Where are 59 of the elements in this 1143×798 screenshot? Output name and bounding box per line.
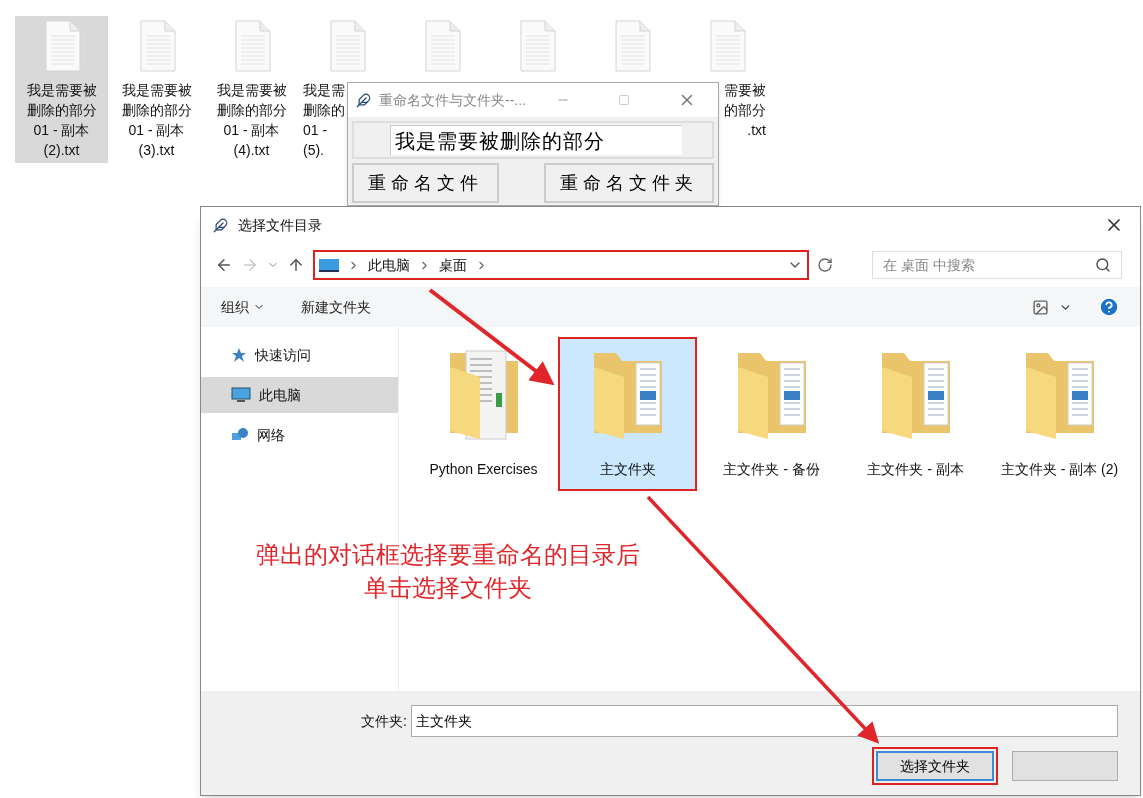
desktop-file[interactable]: 我是需要被 删除的部分 01 - 副本 (3).txt [110,16,203,163]
file-name: 我是需 [303,81,345,100]
file-name: 我是需要被 [26,81,97,100]
refresh-icon[interactable] [817,257,833,273]
file-name: 01 - 副本 [128,121,185,140]
file-name: 01 - 副本 [33,121,90,140]
file-name: (2).txt [43,141,80,160]
search-field[interactable]: 在 桌面 中搜索 [872,251,1122,279]
search-icon [1095,257,1111,273]
monitor-icon [319,258,339,272]
annotation-text: 弹出的对话框选择要重命名的目录后 [256,540,640,570]
folder-label: 文件夹: [361,711,407,731]
nav-item[interactable]: 此电脑 [201,377,398,413]
file-name: 01 - 副本 [223,121,280,140]
address-bar[interactable]: 此电脑 桌面 [313,250,809,280]
file-name: 需要被 [724,81,766,100]
select-folder-button[interactable]: 选择文件夹 [876,751,994,781]
folder-item[interactable]: 主文件夹 [560,339,695,489]
text-entry[interactable]: 我是需要被删除的部分 [390,125,682,155]
file-name: 的部分 [724,101,766,120]
window-title: 重命名文件与文件夹--... [379,90,526,110]
file-name: 删除的部分 [216,101,287,120]
folder-item[interactable]: Python Exercises [416,339,551,489]
help-icon[interactable] [1098,296,1120,318]
cancel-button[interactable] [1012,751,1118,781]
view-icon[interactable] [1032,298,1049,316]
file-name: 01 - [303,121,328,140]
file-name: 删除的 [303,101,345,120]
new-folder-button[interactable]: 新建文件夹 [301,296,371,318]
forward-arrow-icon[interactable] [241,256,259,274]
folder-item[interactable]: 主文件夹 - 备份 [704,339,839,489]
breadcrumb-item[interactable]: 桌面 [439,254,467,276]
rename-button[interactable]: 重命名文件夹 [544,163,714,203]
file-name: .txt [747,121,766,140]
nav-item[interactable]: 快速访问 [201,337,398,373]
annotation-text: 单击选择文件夹 [364,573,532,603]
desktop-file[interactable]: 我是需要被 删除的部分 01 - 副本 (4).txt [205,16,298,163]
network-icon [231,427,249,443]
star-icon [231,347,247,363]
feather-icon [213,217,228,233]
rename-button[interactable]: 重命名文件 [352,163,499,203]
file-name: (4).txt [233,141,270,160]
folder-item[interactable]: 主文件夹 - 副本 [848,339,983,489]
file-name: 删除的部分 [121,101,192,120]
nav-item[interactable]: 网络 [201,417,398,453]
folder-item[interactable]: 主文件夹 - 副本 (2) [992,339,1127,489]
dialog-title: 选择文件目录 [238,215,322,235]
breadcrumb-item[interactable]: 此电脑 [368,254,410,276]
maximize-icon[interactable] [618,94,630,106]
file-name: 删除的部分 [26,101,97,120]
file-name: 我是需要被 [121,81,192,100]
desktop-file[interactable]: 我是需要被 删除的部分 01 - 副本 (2).txt [15,16,108,163]
organize-menu[interactable]: 组织 [221,296,265,318]
feather-icon [356,92,371,108]
monitor-icon [231,387,251,403]
file-name: 我是需要被 [216,81,287,100]
folder-name-field[interactable]: 主文件夹 [410,705,1118,737]
file-name: (3).txt [138,141,175,160]
file-name: (5). [303,141,324,160]
